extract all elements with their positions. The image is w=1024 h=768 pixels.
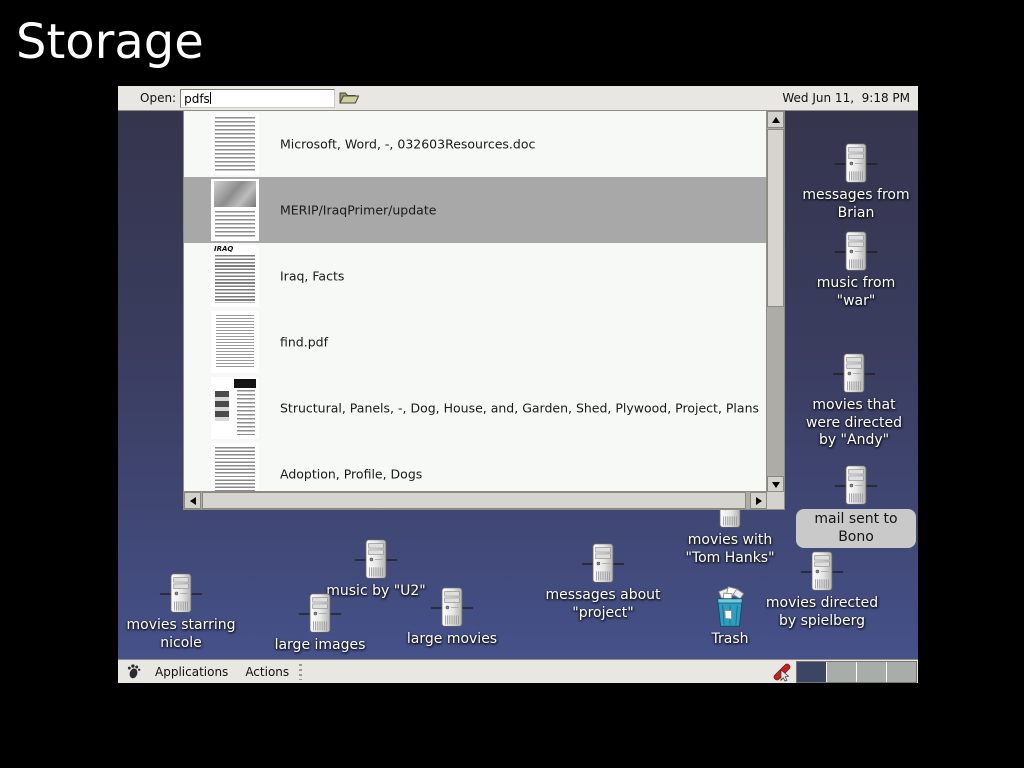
computer-icon — [834, 230, 878, 274]
workspace-2[interactable] — [827, 662, 857, 682]
open-label: Open: — [140, 91, 176, 105]
desktop-icon-label: large images — [275, 637, 366, 655]
file-list-item[interactable]: find.pdf — [184, 309, 766, 375]
desktop-icon-large-images[interactable]: large images — [260, 592, 380, 655]
arrow-up-icon — [772, 117, 780, 123]
computer-icon — [800, 550, 844, 594]
computer-icon — [581, 542, 625, 586]
gnome-foot-icon[interactable] — [125, 663, 142, 680]
computer-icon — [159, 572, 203, 616]
desktop-icon-label: movies directed by spielberg — [757, 595, 887, 630]
computer-icon — [298, 592, 342, 636]
horizontal-scrollbar-thumb[interactable] — [202, 492, 746, 509]
desktop-icon-label: messages from Brian — [796, 187, 916, 222]
document-thumbnail — [211, 113, 259, 175]
desktop-icon-label: large movies — [407, 631, 497, 649]
page-title: Storage — [16, 14, 204, 70]
open-input-field[interactable] — [181, 90, 340, 109]
file-list-item[interactable]: Adoption, Profile, Dogs — [184, 441, 766, 491]
desktop[interactable]: Open: Wed Jun 11, 9:18 PM Microsoft, Wor… — [118, 86, 918, 683]
workspace-1[interactable] — [797, 662, 827, 682]
scroll-up-button[interactable] — [767, 111, 784, 128]
open-input[interactable] — [180, 89, 335, 108]
desktop-icon-label-selected: mail sent to Bono — [796, 509, 916, 548]
menu-actions[interactable]: Actions — [241, 663, 293, 681]
workspace-switcher[interactable] — [796, 661, 917, 683]
text-caret — [210, 92, 211, 104]
top-panel: Open: Wed Jun 11, 9:18 PM — [118, 86, 918, 111]
desktop-icon-mail-sent-to-bono[interactable]: mail sent to Bono — [796, 464, 916, 548]
computer-icon — [832, 352, 876, 396]
computer-icon — [430, 586, 474, 630]
document-thumbnail — [211, 311, 259, 373]
file-list-item[interactable]: Microsoft, Word, -, 032603Resources.doc — [184, 111, 766, 177]
desktop-icon-label: messages about "project" — [542, 587, 664, 622]
desktop-icon-movies-directed-by-spielberg[interactable]: movies directed by spielberg — [757, 550, 887, 630]
desktop-icon-label: Trash — [712, 631, 749, 649]
folder-open-icon — [338, 89, 360, 107]
document-thumbnail — [211, 377, 259, 439]
workspace-3[interactable] — [857, 662, 887, 682]
arrow-down-icon — [772, 482, 780, 488]
file-list: Microsoft, Word, -, 032603Resources.doc … — [184, 111, 766, 491]
computer-icon — [834, 464, 878, 508]
scroll-right-button[interactable] — [750, 492, 767, 509]
desktop-icon-trash[interactable]: Trash — [695, 586, 765, 649]
panel-handle[interactable] — [299, 664, 302, 680]
open-folder-button[interactable] — [338, 89, 360, 107]
arrow-right-icon — [756, 497, 762, 505]
computer-icon — [354, 538, 398, 582]
arrow-left-icon — [190, 497, 196, 505]
desktop-icon-messages-from-brian[interactable]: messages from Brian — [796, 142, 916, 222]
desktop-icon-messages-about-project[interactable]: messages about "project" — [542, 542, 664, 622]
file-list-item-selected[interactable]: MERIP/IraqPrimer/update — [184, 177, 766, 243]
file-list-item[interactable]: Structural, Panels, -, Dog, House, and, … — [184, 375, 766, 441]
screen: Storage Open: Wed Jun 11, 9:18 PM Micros… — [0, 0, 1024, 768]
utility-knife-icon[interactable] — [772, 662, 792, 682]
document-thumbnail: IRAQ — [211, 245, 259, 307]
desktop-icon-label: music from "war" — [796, 275, 916, 310]
trash-icon — [708, 586, 752, 630]
file-list-item-label: Iraq, Facts — [280, 269, 344, 284]
computer-icon — [834, 142, 878, 186]
file-list-item-label: Adoption, Profile, Dogs — [280, 467, 422, 482]
scroll-left-button[interactable] — [184, 492, 201, 509]
vertical-scrollbar[interactable] — [766, 111, 784, 493]
file-list-item-label: MERIP/IraqPrimer/update — [280, 203, 436, 218]
desktop-icon-large-movies[interactable]: large movies — [392, 586, 512, 649]
scrollbar-corner — [766, 491, 784, 509]
search-results-window: Microsoft, Word, -, 032603Resources.doc … — [183, 110, 785, 510]
bottom-panel: Applications Actions — [118, 659, 918, 683]
menu-applications[interactable]: Applications — [151, 663, 232, 681]
clock: Wed Jun 11, 9:18 PM — [782, 91, 910, 105]
document-thumbnail — [211, 179, 259, 241]
desktop-icon-label: movies starring nicole — [120, 617, 242, 652]
desktop-icon-music-from-war[interactable]: music from "war" — [796, 230, 916, 310]
file-list-item[interactable]: IRAQ Iraq, Facts — [184, 243, 766, 309]
document-thumbnail — [211, 443, 259, 491]
vertical-scrollbar-thumb[interactable] — [767, 129, 784, 307]
desktop-icon-label: movies that were directed by "Andy" — [796, 397, 912, 450]
file-list-item-label: Microsoft, Word, -, 032603Resources.doc — [280, 137, 535, 152]
workspace-4[interactable] — [887, 662, 916, 682]
desktop-icon-movies-starring-nicole[interactable]: movies starring nicole — [120, 572, 242, 652]
file-list-item-label: find.pdf — [280, 335, 328, 350]
horizontal-scrollbar[interactable] — [184, 491, 768, 509]
file-list-item-label: Structural, Panels, -, Dog, House, and, … — [280, 401, 759, 416]
desktop-icon-movies-directed-by-andy[interactable]: movies that were directed by "Andy" — [796, 352, 912, 450]
